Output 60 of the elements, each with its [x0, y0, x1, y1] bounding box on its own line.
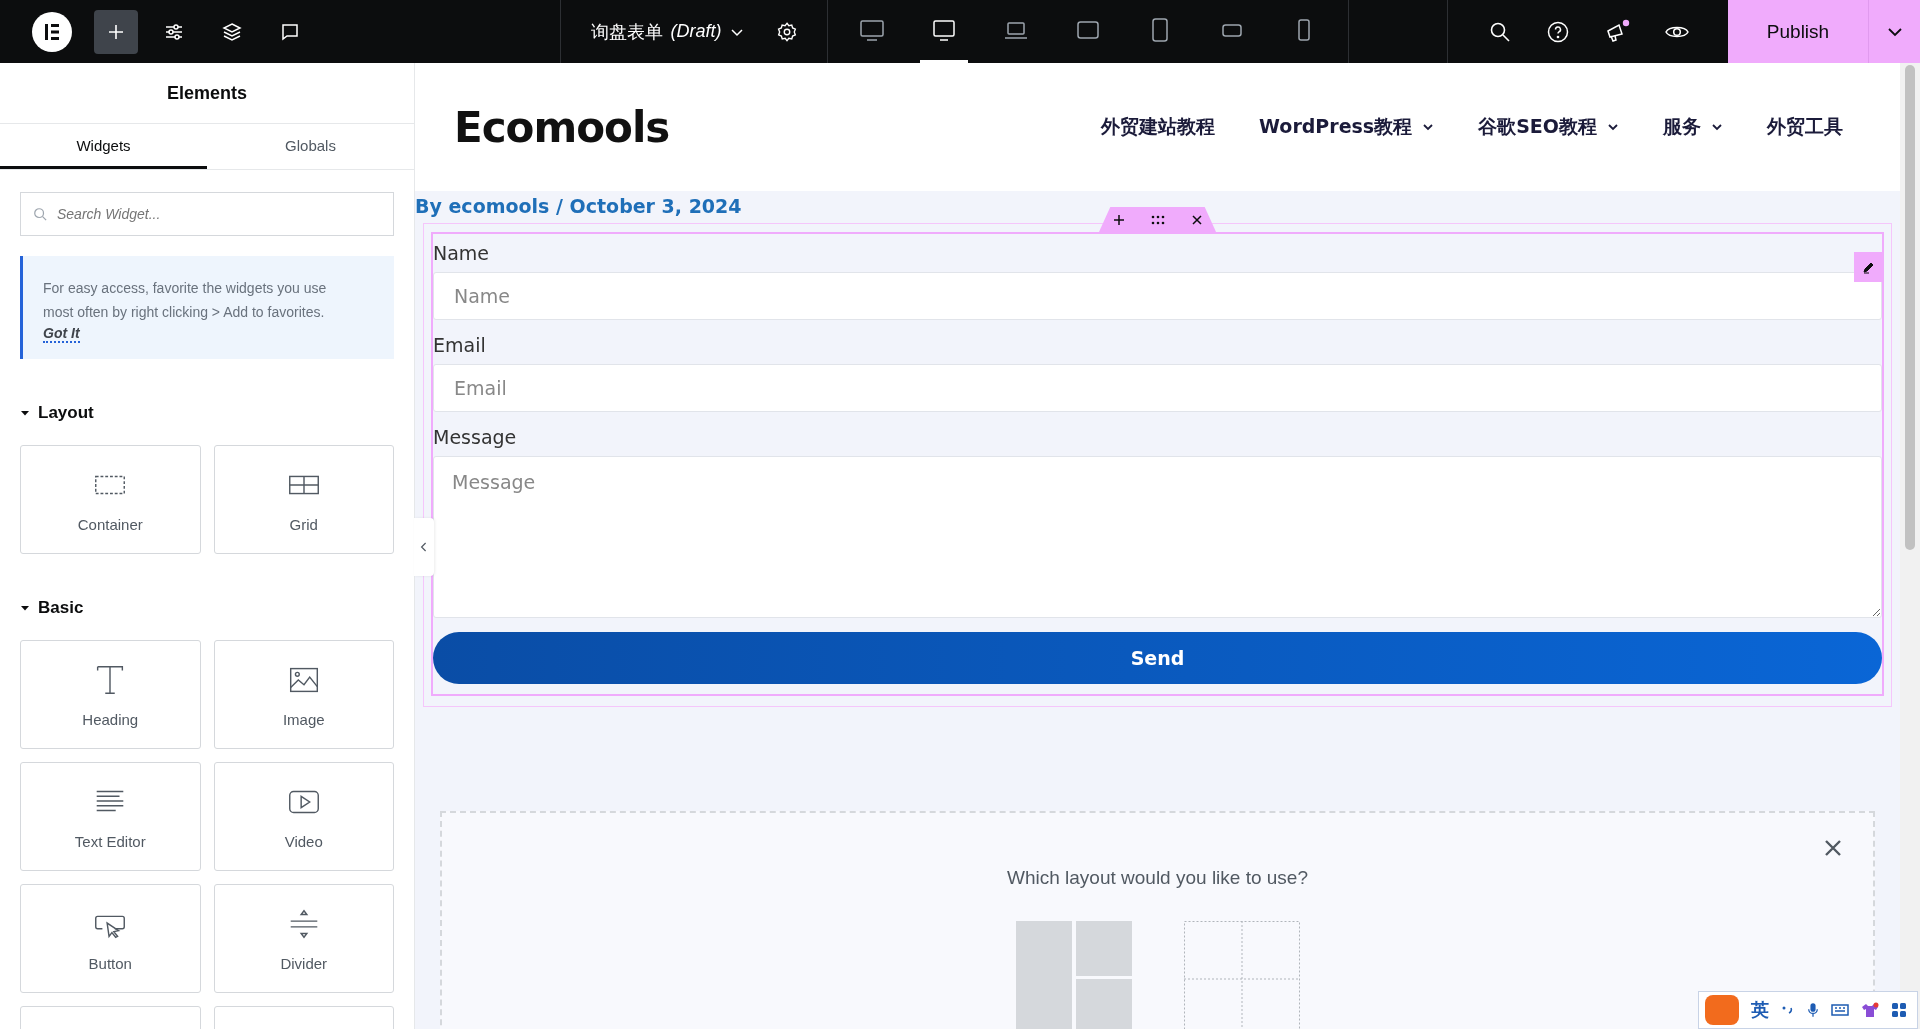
keyboard-icon[interactable] [1831, 1003, 1849, 1017]
widget-label: Video [284, 833, 323, 850]
widget-label: Grid [289, 516, 318, 533]
drag-dots-icon[interactable] [1150, 215, 1165, 225]
help-icon[interactable] [1546, 19, 1570, 44]
field-label: Message [433, 425, 517, 450]
publish-button[interactable]: Publish [1728, 0, 1868, 63]
layout-question: Which layout would you like to use? [1007, 867, 1308, 889]
document-status: (Draft) [670, 21, 722, 42]
widget-card[interactable]: Image [213, 640, 394, 749]
widget-label: Heading [82, 711, 139, 728]
search-icon [33, 207, 47, 221]
site-logo[interactable]: Ecomools [454, 102, 670, 152]
input-field[interactable]: Email [433, 364, 1882, 412]
widget-label: Container [77, 516, 143, 533]
widget-card[interactable]: Video [213, 762, 394, 871]
document-title[interactable]: 询盘表单 [590, 19, 663, 44]
nav-link[interactable]: 服务 [1663, 114, 1723, 140]
widget-label: Image [282, 711, 325, 728]
message-field[interactable]: Message [433, 456, 1882, 618]
nav-link[interactable]: 谷歌SEO教程 [1478, 114, 1619, 140]
nav-link[interactable]: 外贸建站教程 [1101, 114, 1216, 140]
elementor-logo-icon[interactable] [32, 11, 72, 52]
widget-label: Button [88, 955, 132, 972]
caret-icon[interactable] [20, 603, 30, 613]
search-field[interactable]: Search Widget... [20, 192, 394, 236]
close-icon[interactable] [1190, 214, 1203, 226]
category-heading[interactable]: Layout [38, 403, 94, 423]
microphone-icon[interactable] [1807, 1002, 1819, 1018]
add-icon[interactable] [1112, 214, 1125, 226]
megaphone-icon[interactable] [1604, 18, 1630, 45]
caret-icon[interactable] [20, 408, 30, 418]
chevron-left-icon [420, 541, 428, 553]
category-heading[interactable]: Basic [38, 598, 84, 618]
input-field[interactable]: Name [433, 272, 1882, 320]
widget-card[interactable]: Grid [213, 445, 394, 554]
got-it-link[interactable]: Got It [43, 325, 80, 343]
nav-link[interactable]: 外贸工具 [1767, 114, 1843, 140]
apps-grid-icon[interactable] [1891, 1002, 1907, 1018]
nav-link[interactable]: WordPress教程 [1259, 114, 1435, 140]
widget-card[interactable]: Divider [213, 884, 394, 993]
settings-icon[interactable] [775, 20, 798, 43]
input-mode[interactable]: 英 [1751, 998, 1769, 1022]
send-button[interactable]: Send [433, 632, 1882, 684]
scrollbar[interactable] [1900, 63, 1920, 1029]
field-label: Name [433, 241, 490, 266]
widget-card[interactable]: Text Editor [20, 762, 201, 871]
widget-card[interactable]: Heading [20, 640, 201, 749]
shirt-icon[interactable] [1861, 1002, 1879, 1018]
tip-text: For easy access, favorite the widgets you use most often by right clicking > Add to favorites. [43, 279, 328, 322]
field-label: Email [433, 333, 486, 358]
s-logo-icon[interactable] [1705, 995, 1739, 1025]
layers-icon [221, 20, 243, 43]
widget-card[interactable]: Container [20, 445, 201, 554]
post-byline: By ecomools / October 3, 2024 [415, 194, 742, 219]
widget-label: Text Editor [74, 833, 146, 850]
widget-label: Divider [280, 955, 328, 972]
close-icon[interactable] [1823, 838, 1843, 858]
add-button[interactable] [94, 9, 138, 54]
widget-card[interactable]: Button [20, 884, 201, 993]
